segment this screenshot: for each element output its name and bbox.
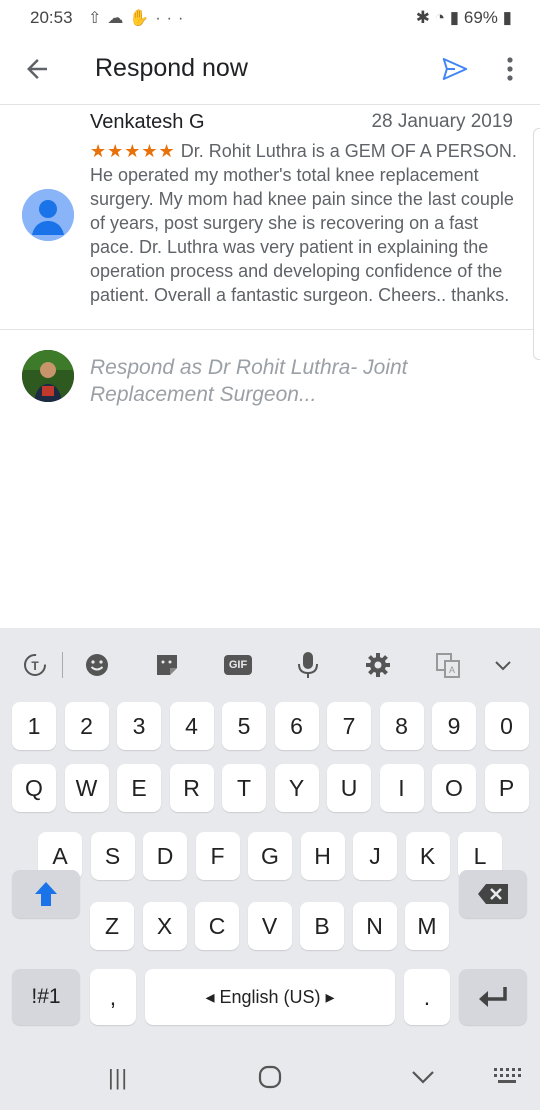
clipboard-icon[interactable]: A <box>433 650 463 680</box>
upload-icon: ⇧ <box>88 10 108 27</box>
backspace-icon <box>478 884 508 904</box>
reviewer-name: Venkatesh G <box>90 111 205 133</box>
home-icon[interactable] <box>258 1065 282 1089</box>
key-8[interactable]: 8 <box>379 702 424 750</box>
sticker-icon[interactable] <box>152 650 182 680</box>
review-text: Dr. Rohit Luthra is a GEM OF A PERSON. H… <box>90 141 517 305</box>
key-b[interactable]: B <box>300 902 344 950</box>
key-q[interactable]: Q <box>12 764 56 812</box>
bluetooth-icon: ✱ <box>415 8 431 27</box>
key-4[interactable]: 4 <box>169 702 214 750</box>
review-date: 28 January 2019 <box>371 111 513 132</box>
star-rating: ★★★★★ <box>90 141 176 161</box>
key-e[interactable]: E <box>117 764 161 812</box>
shift-key[interactable] <box>12 870 80 918</box>
status-notification-icons: ⇧☁✋··· <box>88 8 189 28</box>
respond-input[interactable]: Respond as Dr Rohit Luthra- Joint Replac… <box>90 354 510 408</box>
gif-label: GIF <box>223 655 253 675</box>
more-vertical-icon[interactable] <box>500 52 520 86</box>
arrow-left-icon[interactable] <box>22 54 52 84</box>
signal-icon: ▮ <box>449 8 460 27</box>
review-card: Venkatesh G 28 January 2019 ★★★★★ Dr. Ro… <box>0 105 540 330</box>
status-time: 20:53 <box>30 8 73 27</box>
hide-keyboard-icon[interactable] <box>410 1065 436 1089</box>
key-k[interactable]: K <box>405 832 450 880</box>
status-bar: 20:53 ⇧☁✋··· ✱ ◔ ▮ 69% ▮ <box>0 0 540 36</box>
key-2[interactable]: 2 <box>64 702 109 750</box>
toolbar-divider <box>62 652 63 678</box>
period-key[interactable]: . <box>404 969 450 1025</box>
wifi-icon: ◔ <box>434 8 446 27</box>
cloud-icon: ☁ <box>107 10 130 27</box>
key-g[interactable]: G <box>248 832 292 880</box>
key-c[interactable]: C <box>195 902 239 950</box>
emoji-icon[interactable] <box>82 650 112 680</box>
settings-icon[interactable] <box>363 650 393 680</box>
key-6[interactable]: 6 <box>274 702 319 750</box>
key-o[interactable]: O <box>432 764 476 812</box>
enter-key[interactable] <box>459 969 527 1025</box>
key-t[interactable]: T <box>222 764 266 812</box>
backspace-key[interactable] <box>459 870 527 918</box>
app-bar: Respond now <box>0 36 540 105</box>
battery-level: 69% <box>463 8 498 27</box>
gif-icon[interactable]: GIF <box>223 650 253 680</box>
key-5[interactable]: 5 <box>222 702 266 750</box>
key-w[interactable]: W <box>64 764 109 812</box>
keyboard: T GIF A 1234567890 QWERTYUIOP ASDFGHJKL … <box>0 628 540 1045</box>
reviewer-avatar <box>22 189 74 241</box>
key-7[interactable]: 7 <box>327 702 371 750</box>
text-translate-icon[interactable]: T <box>20 650 50 680</box>
mic-icon[interactable] <box>293 650 323 680</box>
navigation-bar: ||| <box>0 1045 540 1110</box>
shift-arrow-icon <box>35 882 57 906</box>
recents-button[interactable]: ||| <box>108 1065 128 1091</box>
battery-icon: ▮ <box>502 8 512 27</box>
comma-key[interactable]: , <box>90 969 136 1025</box>
key-j[interactable]: J <box>353 832 397 880</box>
enter-icon <box>479 987 507 1007</box>
key-m[interactable]: M <box>405 902 449 950</box>
key-s[interactable]: S <box>90 832 135 880</box>
key-y[interactable]: Y <box>274 764 319 812</box>
chevron-down-icon[interactable] <box>488 650 518 680</box>
key-n[interactable]: N <box>352 902 397 950</box>
key-z[interactable]: Z <box>90 902 134 950</box>
owner-photo <box>22 350 74 402</box>
key-1[interactable]: 1 <box>12 702 56 750</box>
person-icon <box>22 189 74 241</box>
svg-text:A: A <box>449 665 455 675</box>
owner-avatar <box>22 350 74 402</box>
keyboard-icon[interactable] <box>492 1065 522 1087</box>
key-f[interactable]: F <box>195 832 240 880</box>
status-right: ✱ ◔ ▮ 69% ▮ <box>416 8 512 28</box>
hand-icon: ✋ <box>129 10 156 27</box>
key-v[interactable]: V <box>247 902 292 950</box>
key-d[interactable]: D <box>143 832 187 880</box>
respond-section: Respond as Dr Rohit Luthra- Joint Replac… <box>0 340 540 430</box>
key-r[interactable]: R <box>169 764 214 812</box>
keyboard-toolbar: T GIF A <box>0 628 540 698</box>
send-icon[interactable] <box>440 54 470 84</box>
scroll-handle[interactable] <box>533 128 540 360</box>
more-icon: ··· <box>155 10 190 27</box>
key-p[interactable]: P <box>484 764 529 812</box>
key-i[interactable]: I <box>379 764 424 812</box>
review-body: ★★★★★ Dr. Rohit Luthra is a GEM OF A PER… <box>90 139 520 307</box>
key-x[interactable]: X <box>142 902 187 950</box>
key-9[interactable]: 9 <box>432 702 476 750</box>
space-key[interactable]: ◂ English (US) ▸ <box>145 969 395 1025</box>
key-h[interactable]: H <box>300 832 345 880</box>
symbols-key[interactable]: !#1 <box>12 969 80 1025</box>
key-u[interactable]: U <box>327 764 371 812</box>
key-3[interactable]: 3 <box>117 702 161 750</box>
page-title: Respond now <box>95 54 248 82</box>
svg-text:T: T <box>31 659 39 673</box>
key-0[interactable]: 0 <box>484 702 529 750</box>
